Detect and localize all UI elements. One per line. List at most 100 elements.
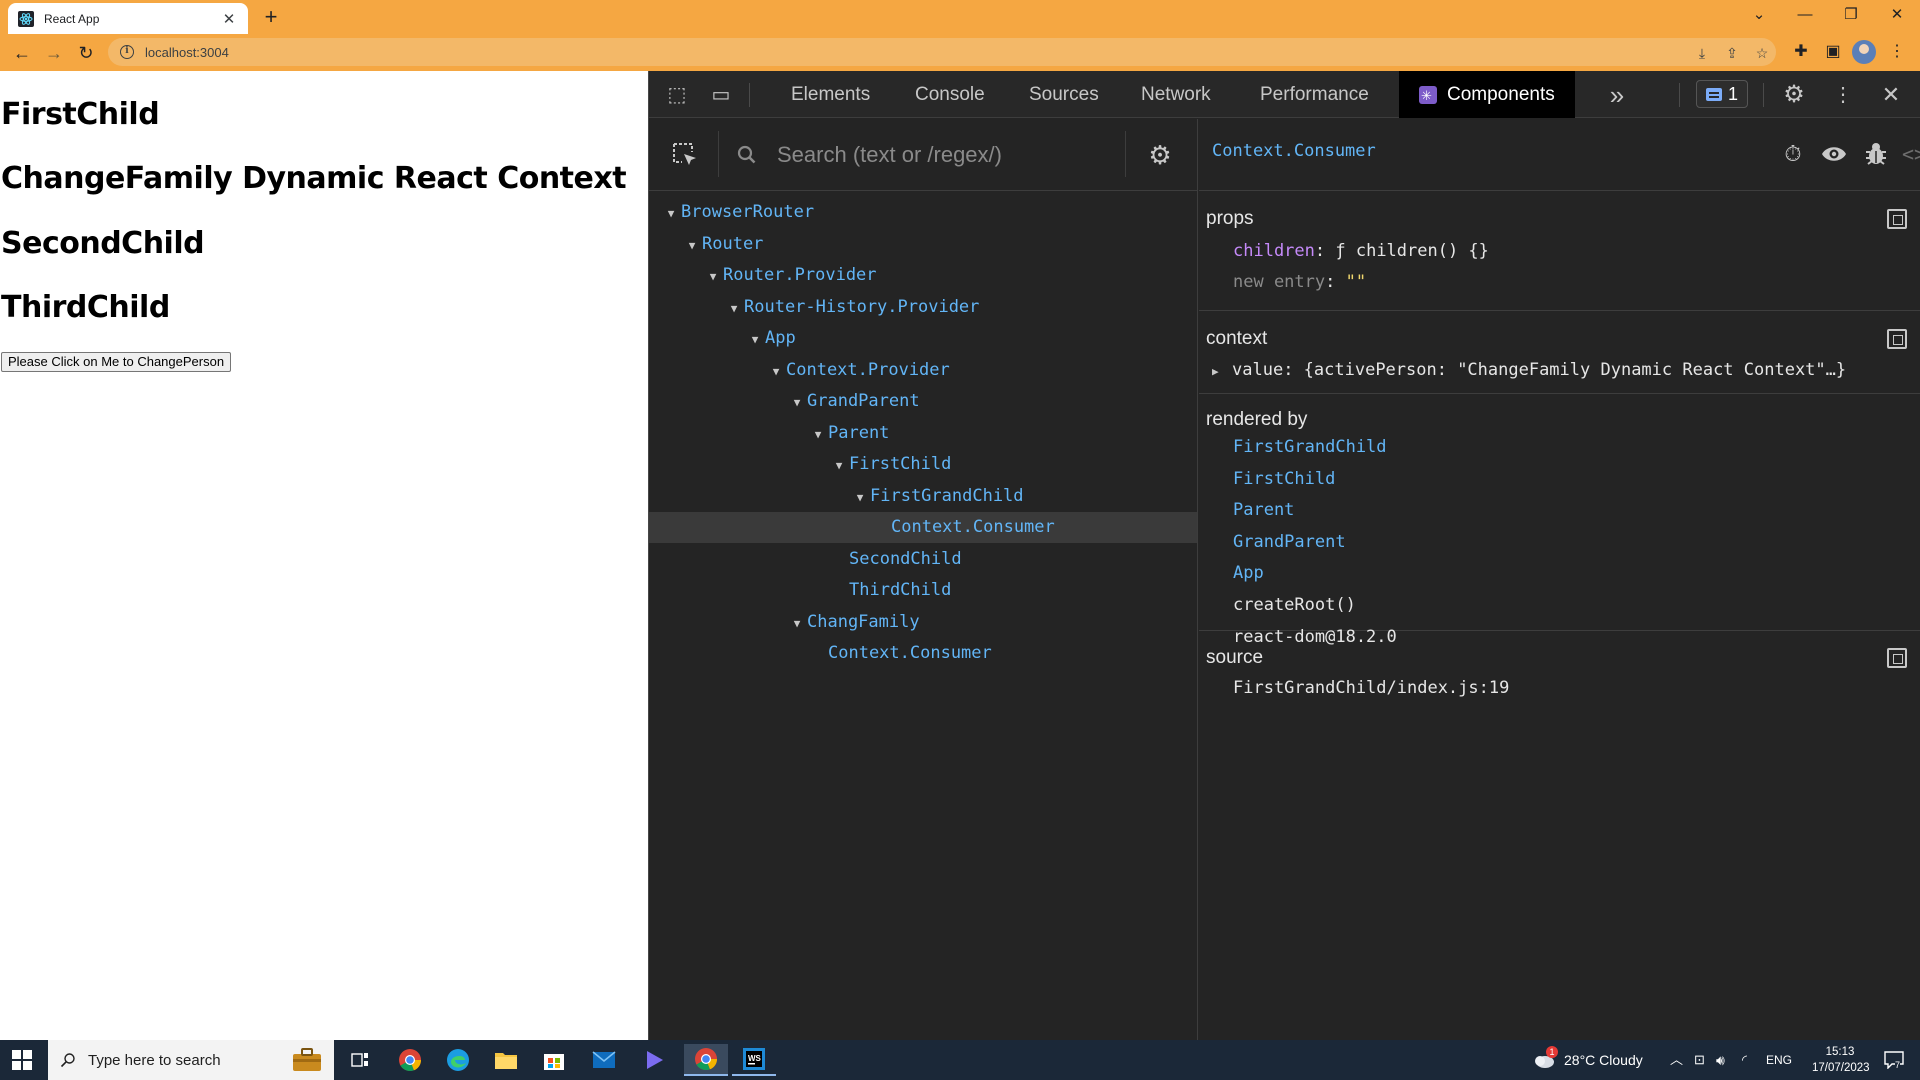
media-player-icon[interactable] — [632, 1044, 676, 1076]
volume-icon[interactable]: 🔊︎ — [1716, 1040, 1725, 1080]
tree-row[interactable]: Context.Consumer — [649, 638, 1197, 669]
close-window-button[interactable]: ✕ — [1874, 0, 1920, 30]
show-hidden-icons-chevron-icon[interactable]: ︿ — [1670, 1040, 1683, 1080]
edge-taskbar-icon[interactable] — [436, 1044, 480, 1076]
new-entry-key[interactable]: new entry — [1233, 272, 1325, 292]
component-search-input[interactable]: Search (text or /regex/) — [777, 137, 1157, 173]
tree-row[interactable]: ▼ Parent — [649, 418, 1197, 449]
rendered-by-link[interactable]: Parent — [1233, 500, 1294, 520]
tab-performance[interactable]: Performance — [1240, 71, 1389, 118]
collapse-caret-icon[interactable]: ▼ — [703, 261, 723, 292]
address-bar[interactable]: i localhost:3004 ⤓ ⇪ ☆ — [108, 38, 1776, 66]
close-devtools-icon[interactable]: ✕ — [1877, 81, 1905, 109]
copy-context-icon[interactable] — [1887, 329, 1907, 349]
tab-search-icon[interactable]: ⌄ — [1736, 0, 1782, 30]
usb-device-icon[interactable]: ⊡ — [1694, 1040, 1705, 1080]
tree-row[interactable]: ▼ GrandParent — [649, 386, 1197, 417]
notification-center-icon[interactable]: 7 — [1880, 1040, 1908, 1080]
tree-row[interactable]: ThirdChild — [649, 575, 1197, 606]
tree-row[interactable]: ▼ Router-History.Provider — [649, 292, 1197, 323]
tree-row[interactable]: ▼ Router.Provider — [649, 260, 1197, 291]
more-tabs-chevron-icon[interactable]: » — [1603, 81, 1631, 109]
change-person-button[interactable]: Please Click on Me to ChangePerson — [1, 352, 232, 372]
restore-button[interactable]: ❐ — [1828, 0, 1874, 30]
task-view-icon[interactable] — [338, 1044, 382, 1076]
device-toolbar-icon[interactable]: ▭ — [707, 81, 735, 109]
chrome-taskbar-icon[interactable] — [388, 1044, 432, 1076]
tab-elements[interactable]: Elements — [771, 71, 890, 118]
collapse-caret-icon[interactable]: ▼ — [808, 419, 828, 450]
windows-start-icon[interactable] — [12, 1050, 32, 1070]
prop-row-children[interactable]: children: ƒ children() {} — [1233, 241, 1489, 261]
tab-console[interactable]: Console — [895, 71, 1005, 118]
tab-network[interactable]: Network — [1121, 71, 1231, 118]
new-entry-value[interactable]: "" — [1346, 272, 1366, 292]
reload-icon[interactable]: ↻ — [72, 39, 100, 67]
chrome-active-taskbar-icon[interactable] — [684, 1044, 728, 1076]
tree-row[interactable]: SecondChild — [649, 544, 1197, 575]
collapse-caret-icon[interactable]: ▼ — [724, 293, 744, 324]
inspect-element-icon[interactable]: ⬚ — [663, 81, 691, 109]
back-arrow-icon[interactable]: ← — [8, 39, 36, 67]
view-source-code-icon[interactable]: <> — [1899, 139, 1920, 169]
forward-arrow-icon[interactable]: → — [40, 39, 68, 67]
share-icon[interactable]: ⇪ — [1722, 43, 1742, 63]
bookmark-star-icon[interactable]: ☆ — [1752, 43, 1772, 63]
tree-row[interactable]: ▼ FirstChild — [649, 449, 1197, 480]
tree-row[interactable]: ▼ Context.Provider — [649, 355, 1197, 386]
collapse-caret-icon[interactable]: ▼ — [787, 387, 807, 418]
tree-row[interactable]: Context.Consumer — [649, 512, 1197, 543]
prop-row-new-entry[interactable]: new entry: "" — [1233, 272, 1366, 292]
tree-row[interactable]: ▼ FirstGrandChild — [649, 481, 1197, 512]
tab-close-icon[interactable]: ✕ — [220, 10, 238, 28]
devtools-menu-icon[interactable]: ⋮ — [1829, 81, 1857, 109]
collapse-caret-icon[interactable]: ▼ — [850, 482, 870, 513]
tree-row[interactable]: ▼ ChangFamily — [649, 607, 1197, 638]
taskbar-search-box[interactable]: Type here to search — [48, 1040, 334, 1080]
select-component-icon[interactable] — [671, 141, 699, 169]
minimize-button[interactable]: — — [1782, 0, 1828, 30]
search-highlight-briefcase-icon[interactable] — [280, 1040, 334, 1080]
tab-components[interactable]: Components — [1399, 71, 1575, 119]
profile-avatar[interactable] — [1852, 40, 1876, 64]
install-app-icon[interactable]: ⤓ — [1692, 43, 1712, 63]
file-explorer-icon[interactable] — [484, 1044, 528, 1076]
collapse-caret-icon[interactable]: ▼ — [766, 356, 786, 387]
new-tab-button[interactable]: + — [258, 4, 284, 30]
inspect-dom-eye-icon[interactable] — [1819, 139, 1849, 169]
collapse-caret-icon[interactable]: ▼ — [787, 608, 807, 639]
stopwatch-icon[interactable]: ⏱ — [1778, 139, 1808, 169]
tree-row[interactable]: ▼ BrowserRouter — [649, 197, 1197, 228]
copy-source-icon[interactable] — [1887, 648, 1907, 668]
collapse-caret-icon[interactable]: ▼ — [661, 198, 681, 229]
browser-tab[interactable]: React App ✕ — [8, 3, 248, 34]
tree-row[interactable]: ▼ App — [649, 323, 1197, 354]
collapse-caret-icon[interactable]: ▼ — [829, 450, 849, 481]
rendered-by-link[interactable]: FirstGrandChild — [1233, 437, 1387, 457]
chrome-menu-icon[interactable]: ⋮ — [1886, 41, 1908, 63]
extensions-puzzle-icon[interactable]: ✚ — [1790, 41, 1812, 63]
rendered-by-link[interactable]: FirstChild — [1233, 469, 1335, 489]
source-location[interactable]: FirstGrandChild/index.js:19 — [1233, 678, 1509, 698]
microsoft-store-icon[interactable] — [532, 1044, 576, 1076]
clock[interactable]: 15:13 17/07/2023 — [1812, 1040, 1870, 1080]
site-info-icon[interactable]: i — [120, 45, 134, 59]
rendered-by-link[interactable]: App — [1233, 563, 1264, 583]
input-language[interactable]: ENG — [1766, 1040, 1792, 1080]
collapse-caret-icon[interactable]: ▼ — [682, 230, 702, 261]
log-bug-icon[interactable] — [1861, 139, 1891, 169]
side-panel-icon[interactable]: ▣ — [1822, 41, 1844, 63]
devtools-settings-gear-icon[interactable]: ⚙ — [1780, 81, 1808, 109]
component-settings-gear-icon[interactable]: ⚙ — [1146, 141, 1174, 169]
tree-row[interactable]: ▼ Router — [649, 229, 1197, 260]
wifi-icon[interactable]: ◜ — [1742, 1040, 1747, 1080]
tab-sources[interactable]: Sources — [1009, 71, 1119, 118]
url-text[interactable]: localhost:3004 — [145, 45, 229, 60]
issues-message-badge[interactable]: 1 — [1696, 80, 1748, 108]
mail-icon[interactable] — [582, 1044, 626, 1076]
webstorm-taskbar-icon[interactable]: WS — [732, 1044, 776, 1076]
copy-props-icon[interactable] — [1887, 209, 1907, 229]
expand-caret-icon[interactable]: ▶ — [1212, 365, 1232, 378]
rendered-by-link[interactable]: GrandParent — [1233, 532, 1346, 552]
collapse-caret-icon[interactable]: ▼ — [745, 324, 765, 355]
